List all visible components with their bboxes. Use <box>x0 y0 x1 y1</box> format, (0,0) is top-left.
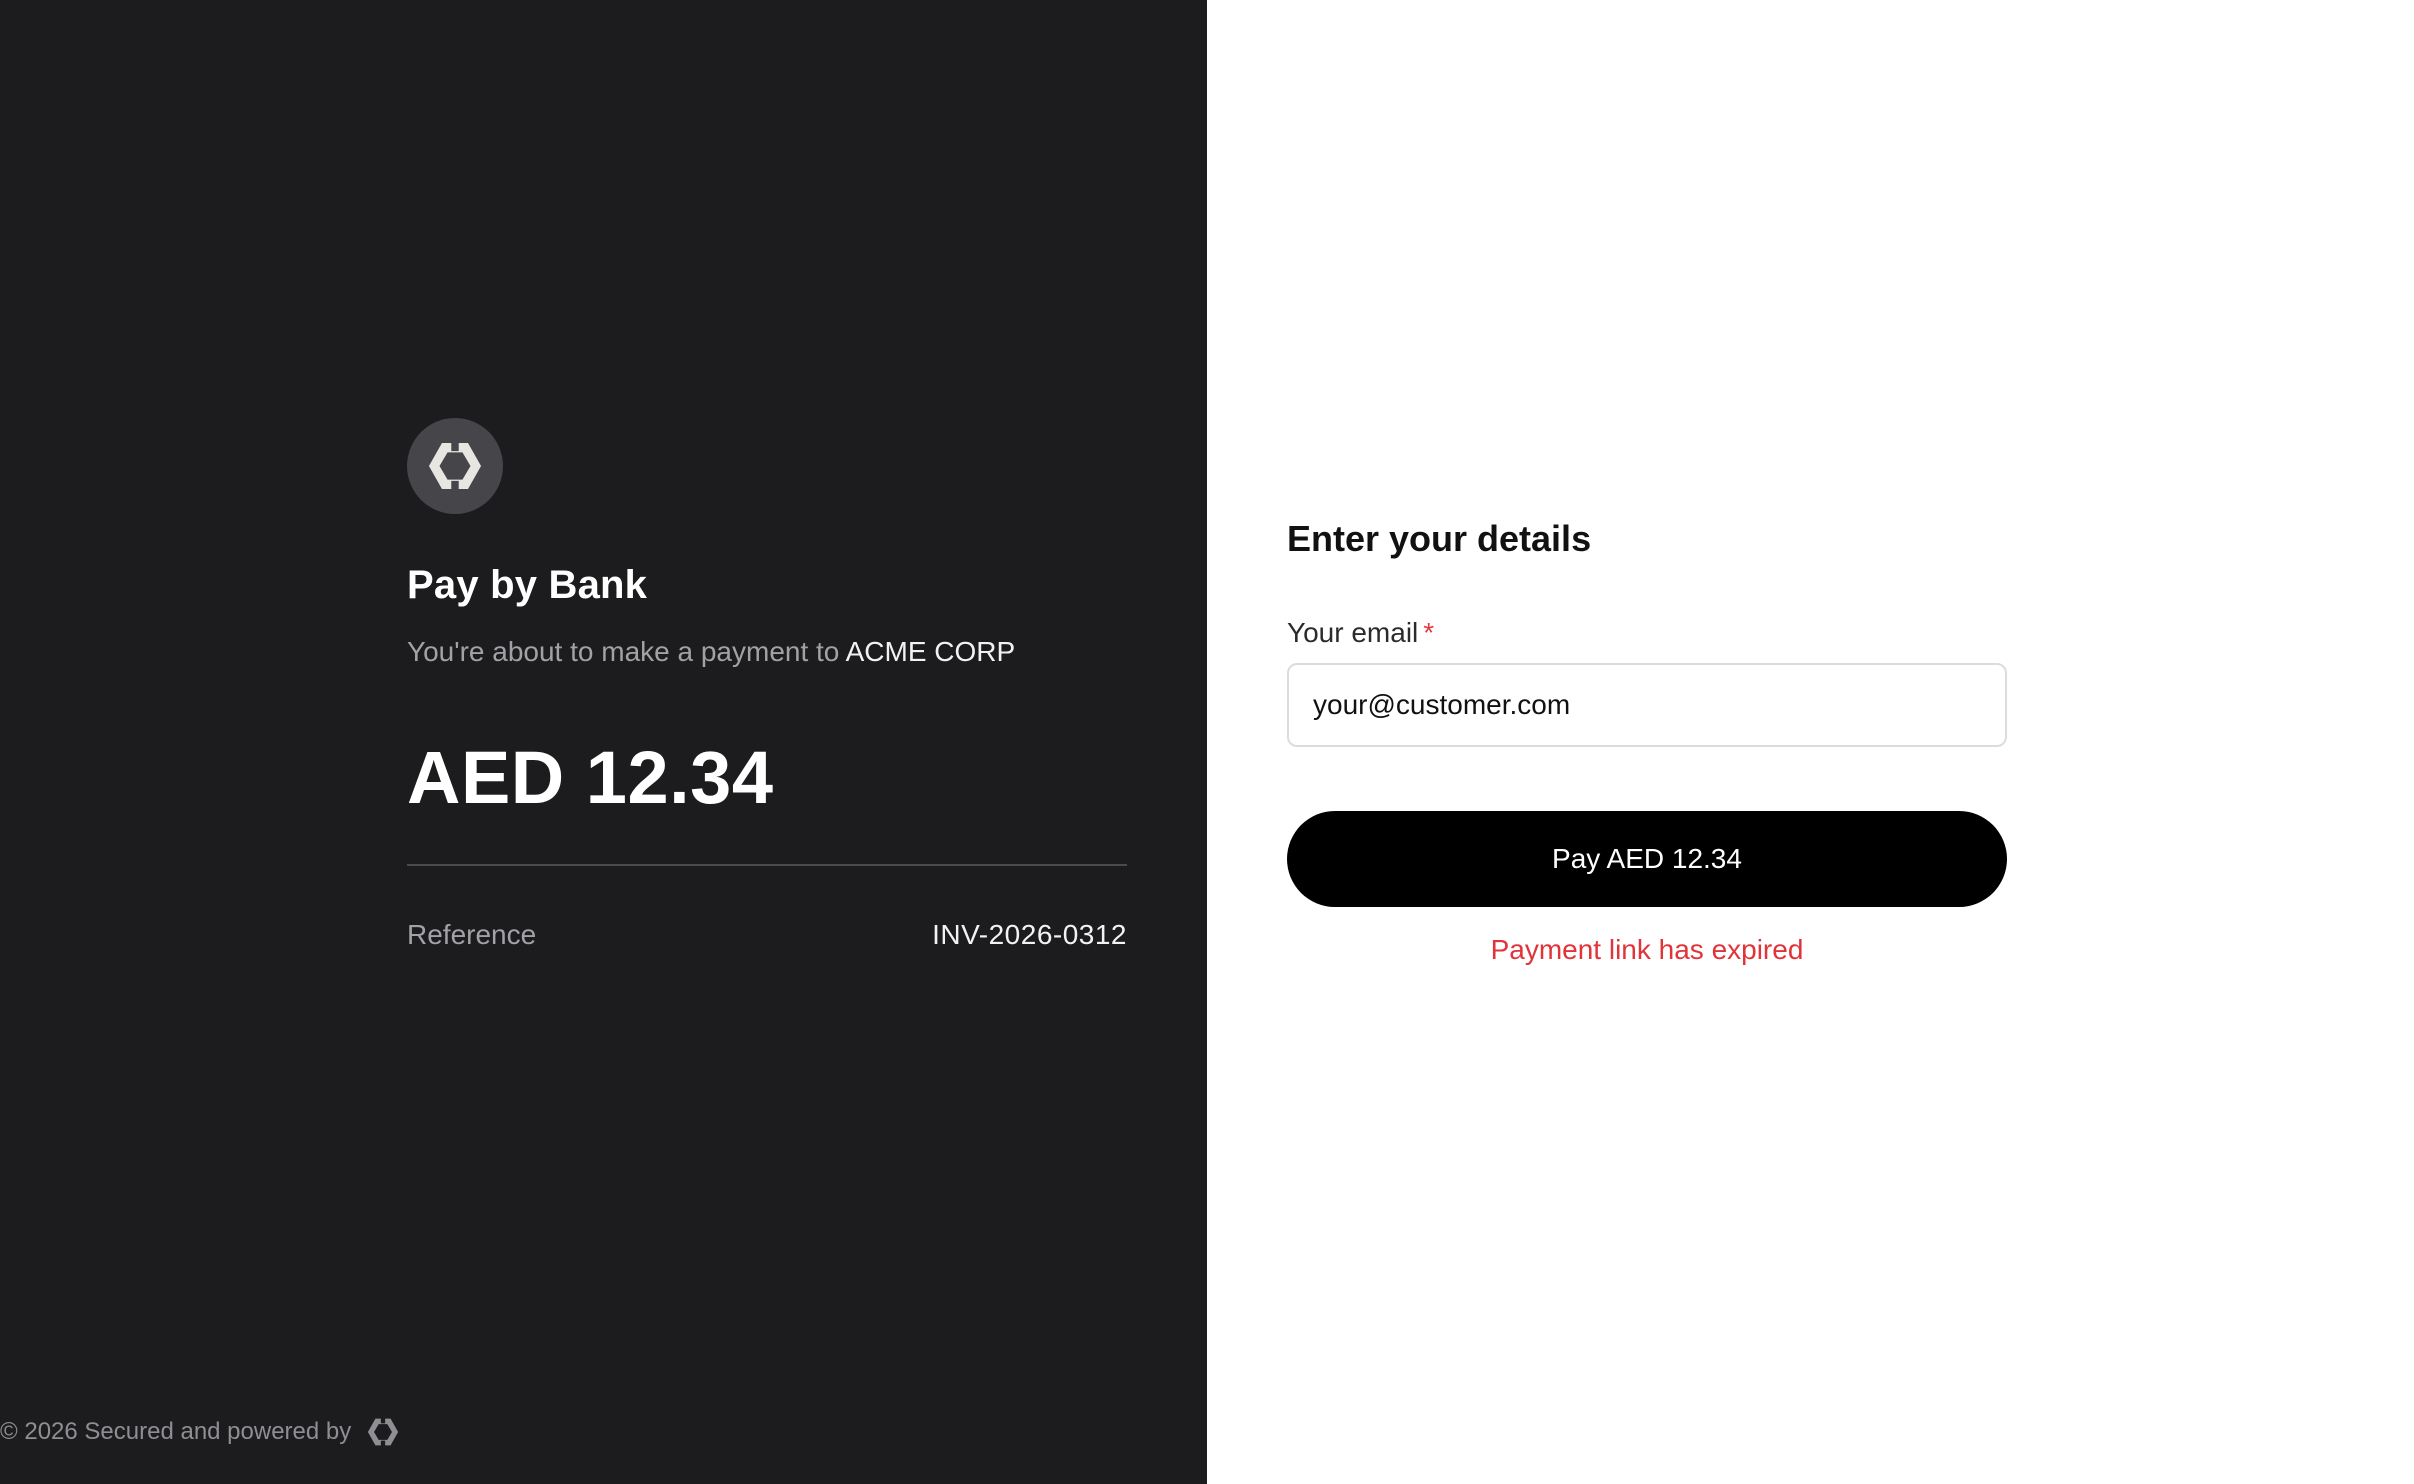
payee-name: ACME CORP <box>845 636 1016 667</box>
payment-title: Pay by Bank <box>407 563 648 607</box>
form-title: Enter your details <box>1287 518 1592 559</box>
email-field[interactable] <box>1287 663 2007 747</box>
merchant-logo <box>407 418 503 514</box>
hexagon-logo-icon <box>428 438 482 494</box>
payee-prefix: You're about to make a payment to <box>407 636 846 667</box>
footer-text: © 2026 Secured and powered by <box>0 1418 352 1445</box>
email-label-text: Your email <box>1287 617 1419 648</box>
hexagon-logo-icon <box>368 1416 399 1448</box>
payment-amount: AED 12.34 <box>407 736 774 819</box>
details-form-panel: Enter your details Your email* Pay AED 1… <box>1207 0 2414 1484</box>
reference-label: Reference <box>407 919 537 950</box>
payment-summary-panel: Pay by Bank You're about to make a payme… <box>0 0 1207 1484</box>
pay-button[interactable]: Pay AED 12.34 <box>1287 811 2007 907</box>
checkout-page: Pay by Bank You're about to make a payme… <box>0 0 2414 1484</box>
error-message: Payment link has expired <box>1490 934 1804 965</box>
payee-description: You're about to make a payment to ACME C… <box>407 636 1015 668</box>
summary-divider <box>407 864 1127 866</box>
required-marker: * <box>1423 617 1435 648</box>
reference-value: INV-2026-0312 <box>932 919 1127 950</box>
email-label: Your email * <box>1287 617 1434 649</box>
powered-by-footer: © 2026 Secured and powered by <box>0 1412 401 1452</box>
